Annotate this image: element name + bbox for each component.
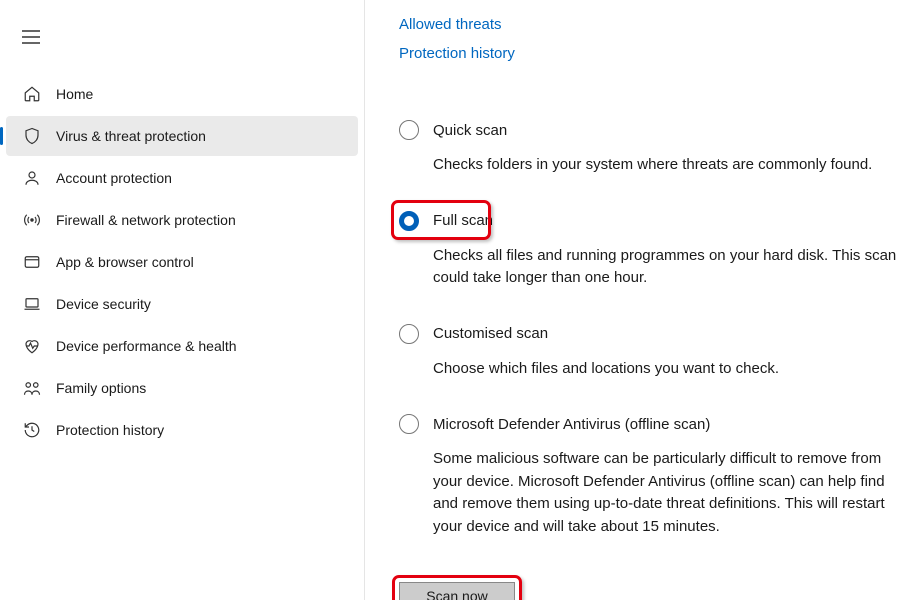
protection-history-link[interactable]: Protection history bbox=[399, 45, 904, 62]
option-title: Quick scan bbox=[433, 122, 507, 139]
nav-label: Account protection bbox=[56, 170, 172, 186]
scan-now-wrap: Scan now bbox=[399, 582, 515, 600]
nav-item-firewall[interactable]: Firewall & network protection bbox=[6, 200, 358, 240]
nav-label: Device security bbox=[56, 296, 151, 312]
option-title: Full scan bbox=[433, 212, 493, 229]
history-icon bbox=[22, 420, 42, 440]
nav-item-device-security[interactable]: Device security bbox=[6, 284, 358, 324]
scan-option-offline: Microsoft Defender Antivirus (offline sc… bbox=[399, 414, 904, 538]
account-icon bbox=[22, 168, 42, 188]
allowed-threats-link[interactable]: Allowed threats bbox=[399, 16, 904, 33]
laptop-icon bbox=[22, 294, 42, 314]
option-title: Customised scan bbox=[433, 325, 548, 342]
radio-custom-scan[interactable] bbox=[399, 324, 419, 344]
family-icon bbox=[22, 378, 42, 398]
nav-label: Home bbox=[56, 86, 93, 102]
nav-item-family[interactable]: Family options bbox=[6, 368, 358, 408]
nav-label: Family options bbox=[56, 380, 146, 396]
nav-list: Home Virus & threat protection Account p… bbox=[0, 74, 364, 450]
shield-icon bbox=[22, 126, 42, 146]
scan-option-quick: Quick scan Checks folders in your system… bbox=[399, 120, 904, 177]
hamburger-icon bbox=[22, 30, 40, 44]
nav-item-home[interactable]: Home bbox=[6, 74, 358, 114]
radio-full-scan[interactable] bbox=[399, 211, 419, 231]
nav-item-performance[interactable]: Device performance & health bbox=[6, 326, 358, 366]
scan-option-custom: Customised scan Choose which files and l… bbox=[399, 324, 904, 381]
nav-label: Virus & threat protection bbox=[56, 128, 206, 144]
hamburger-menu-button[interactable] bbox=[12, 18, 50, 56]
nav-label: Protection history bbox=[56, 422, 164, 438]
nav-label: Firewall & network protection bbox=[56, 212, 236, 228]
nav-item-protection-history[interactable]: Protection history bbox=[6, 410, 358, 450]
antenna-icon bbox=[22, 210, 42, 230]
heart-pulse-icon bbox=[22, 336, 42, 356]
nav-item-app-browser[interactable]: App & browser control bbox=[6, 242, 358, 282]
option-desc: Choose which files and locations you wan… bbox=[433, 358, 904, 381]
scan-option-full: Full scan Checks all files and running p… bbox=[399, 211, 904, 290]
main-content: Allowed threats Protection history Quick… bbox=[365, 0, 914, 600]
option-title: Microsoft Defender Antivirus (offline sc… bbox=[433, 416, 710, 433]
nav-item-account[interactable]: Account protection bbox=[6, 158, 358, 198]
radio-quick-scan[interactable] bbox=[399, 120, 419, 140]
scan-now-button[interactable]: Scan now bbox=[399, 582, 515, 600]
window-icon bbox=[22, 252, 42, 272]
option-desc: Some malicious software can be particula… bbox=[433, 448, 904, 538]
scan-options: Quick scan Checks folders in your system… bbox=[399, 120, 904, 572]
radio-offline-scan[interactable] bbox=[399, 414, 419, 434]
sidebar: Home Virus & threat protection Account p… bbox=[0, 0, 365, 600]
nav-label: App & browser control bbox=[56, 254, 194, 270]
home-icon bbox=[22, 84, 42, 104]
option-desc: Checks all files and running programmes … bbox=[433, 245, 904, 290]
nav-label: Device performance & health bbox=[56, 338, 237, 354]
nav-item-virus[interactable]: Virus & threat protection bbox=[6, 116, 358, 156]
option-desc: Checks folders in your system where thre… bbox=[433, 154, 904, 177]
